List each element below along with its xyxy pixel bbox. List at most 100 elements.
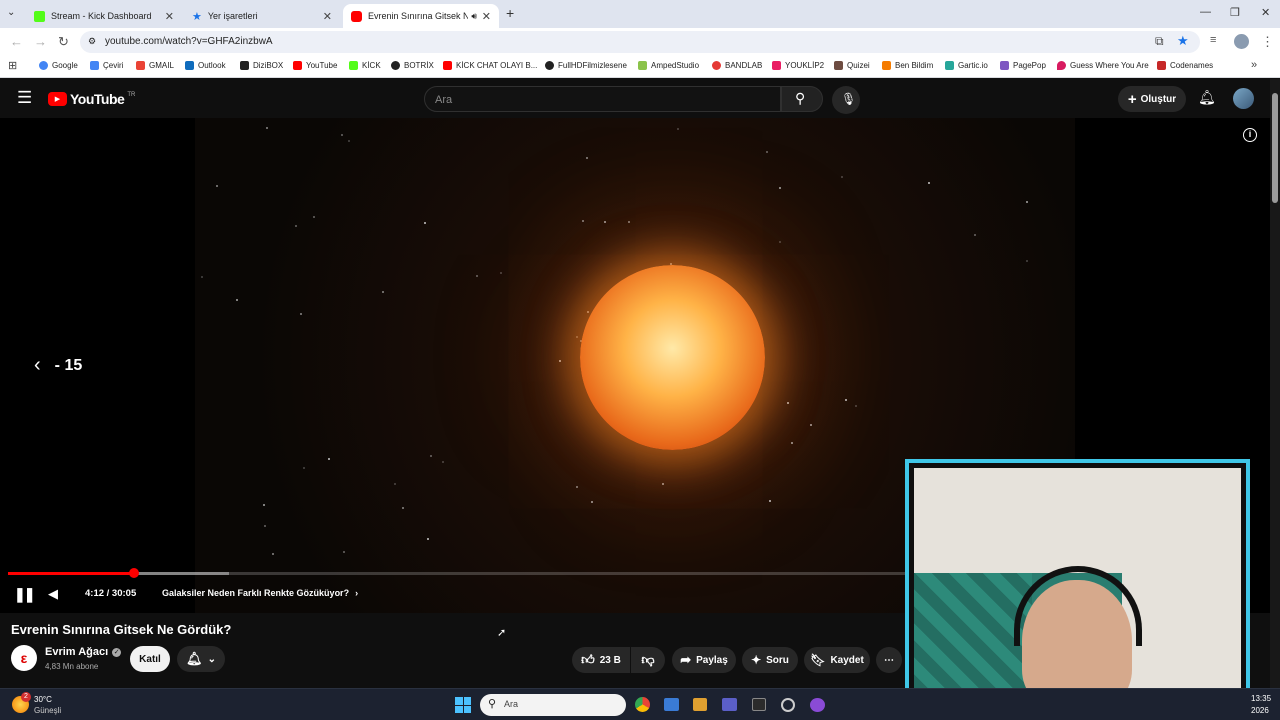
subscribed-bell-button[interactable]: 🔔︎ ⌄ bbox=[177, 646, 225, 672]
translate-icon bbox=[90, 61, 99, 70]
more-actions-button[interactable]: ⋯ bbox=[876, 647, 902, 673]
star bbox=[263, 504, 265, 506]
dislike-button[interactable]: 👎︎ bbox=[631, 647, 665, 673]
star bbox=[341, 134, 343, 136]
address-bar[interactable]: ⚙ youtube.com/watch?v=GHFA2inzbwA ⧉ ★ bbox=[80, 31, 1200, 53]
info-icon[interactable]: i bbox=[1243, 128, 1257, 142]
thumbs-up-icon: 👍︎ bbox=[581, 652, 595, 667]
taskbar-search[interactable]: ⚲ Ara bbox=[480, 694, 626, 716]
star bbox=[586, 157, 588, 159]
windows-start-icon[interactable] bbox=[455, 697, 471, 713]
hamburger-menu-icon[interactable]: ☰ bbox=[17, 88, 32, 108]
volume-icon[interactable]: ◀︎ bbox=[48, 586, 58, 602]
bookmark-ampedstudio[interactable]: AmpedStudio bbox=[638, 61, 699, 70]
teams-icon[interactable] bbox=[722, 698, 737, 711]
search-button[interactable]: ⚲ bbox=[781, 86, 823, 112]
photos-icon[interactable] bbox=[664, 698, 679, 711]
star bbox=[1026, 260, 1028, 262]
reload-icon[interactable]: ↻ bbox=[58, 34, 69, 50]
page-scrollbar[interactable] bbox=[1270, 79, 1280, 688]
bookmark-dizibox[interactable]: DiziBOX bbox=[240, 61, 283, 70]
star bbox=[295, 225, 297, 227]
ask-button[interactable]: ✦ Soru bbox=[742, 647, 798, 673]
chevron-right-icon: › bbox=[355, 588, 359, 598]
channel-avatar[interactable]: ε bbox=[11, 645, 37, 671]
close-tab-icon[interactable]: ✕ bbox=[165, 10, 174, 23]
close-tab-icon[interactable]: ✕ bbox=[323, 10, 332, 23]
star bbox=[841, 176, 843, 178]
bookmark-botrix[interactable]: BOTRİX bbox=[391, 61, 434, 70]
user-avatar[interactable] bbox=[1233, 88, 1254, 109]
bookmark-ceviri[interactable]: Çeviri bbox=[90, 61, 123, 70]
star bbox=[787, 402, 789, 404]
chapter-button[interactable]: Galaksiler Neden Farklı Renkte Gözüküyor… bbox=[162, 588, 358, 598]
create-label: Oluştur bbox=[1140, 93, 1177, 105]
tab-search-icon[interactable]: ⌄ bbox=[7, 7, 15, 18]
tab-bookmarks[interactable]: ★ Yer işaretleri ✕ bbox=[184, 4, 340, 28]
apps-grid-icon[interactable]: ⊞ bbox=[8, 59, 17, 72]
browser-menu-icon[interactable]: ⋮ bbox=[1261, 34, 1274, 50]
close-tab-icon[interactable]: ✕ bbox=[482, 10, 491, 23]
webcam-feed bbox=[914, 468, 1241, 708]
steam-icon[interactable] bbox=[781, 698, 795, 712]
save-button[interactable]: 🔖︎ Kaydet bbox=[804, 647, 870, 673]
share-button[interactable]: ➦ Paylaş bbox=[672, 647, 736, 673]
restore-icon[interactable]: ❐ bbox=[1230, 6, 1240, 19]
star bbox=[424, 222, 426, 224]
scrubber-handle[interactable] bbox=[129, 568, 139, 578]
chrome-icon[interactable] bbox=[635, 697, 650, 712]
channel-name-link[interactable]: Evrim Ağacı ✓ bbox=[45, 646, 122, 658]
chevron-left-icon: ‹ bbox=[34, 354, 41, 376]
progress-bar[interactable] bbox=[8, 568, 908, 578]
media-control-icon[interactable]: ≡ bbox=[1210, 34, 1216, 46]
bookmark-bandlab[interactable]: BANDLAB bbox=[712, 61, 762, 70]
bookmark-youtube[interactable]: YouTube bbox=[293, 61, 337, 70]
video-title: Evrenin Sınırına Gitsek Ne Gördük? bbox=[11, 622, 232, 637]
bookmark-gartic[interactable]: Gartic.io bbox=[945, 61, 988, 70]
back-arrow-icon[interactable]: ← bbox=[10, 34, 23, 49]
notifications-bell-icon[interactable]: 🔔︎ bbox=[1198, 89, 1216, 106]
like-button[interactable]: 👍︎ 23 B bbox=[572, 647, 630, 673]
more-bookmarks-icon[interactable]: » bbox=[1251, 59, 1257, 71]
clock-time: 13:35 bbox=[1251, 694, 1272, 703]
site-info-icon[interactable]: ⚙ bbox=[88, 36, 96, 47]
bookmark-kick-chat[interactable]: KİCK CHAT OLAYI B... bbox=[443, 61, 537, 70]
tab-youtube-video[interactable]: Evrenin Sınırına Gitsek Ne Gö 🔊︎ ✕ bbox=[343, 4, 499, 28]
tab-label: Stream - Kick Dashboard bbox=[51, 11, 152, 21]
bookmark-guess-where[interactable]: Guess Where You Are bbox=[1057, 61, 1149, 70]
forward-arrow-icon[interactable]: → bbox=[34, 34, 47, 49]
new-tab-button[interactable]: + bbox=[506, 5, 514, 21]
speaker-icon[interactable]: 🔊︎ bbox=[471, 11, 477, 22]
install-app-icon[interactable]: ⧉ bbox=[1155, 34, 1164, 49]
create-button[interactable]: + Oluştur bbox=[1118, 86, 1186, 112]
star bbox=[769, 500, 771, 502]
bookmark-ben-bildim[interactable]: Ben Bildim bbox=[882, 61, 933, 70]
tab-kick-dashboard[interactable]: Stream - Kick Dashboard ✕ bbox=[26, 4, 182, 28]
bookmark-quizei[interactable]: Quizei bbox=[834, 61, 870, 70]
join-button[interactable]: Katıl bbox=[130, 646, 170, 672]
bookmark-codenames[interactable]: Codenames bbox=[1157, 61, 1213, 70]
profile-avatar[interactable] bbox=[1234, 34, 1249, 49]
files-icon[interactable] bbox=[693, 698, 707, 711]
close-window-icon[interactable]: ✕ bbox=[1261, 6, 1270, 19]
bookmark-pagepop[interactable]: PagePop bbox=[1000, 61, 1046, 70]
bookmark-gmail[interactable]: GMAIL bbox=[136, 61, 174, 70]
play-logo-icon: ▶ bbox=[48, 92, 67, 106]
bookmark-google[interactable]: Google bbox=[39, 61, 78, 70]
youtube-logo[interactable]: ▶ YouTube TR bbox=[48, 91, 135, 107]
star bbox=[500, 272, 502, 274]
minimize-icon[interactable]: — bbox=[1200, 6, 1211, 18]
bookmark-star-icon[interactable]: ★ bbox=[1177, 33, 1189, 49]
epic-games-icon[interactable] bbox=[752, 698, 766, 711]
bookmark-fullhdfilm[interactable]: FullHDFilmizlesene bbox=[545, 61, 627, 70]
bookmark-kick[interactable]: KİCK bbox=[349, 61, 381, 70]
scrollbar-thumb[interactable] bbox=[1272, 93, 1278, 203]
bookmark-outlook[interactable]: Outlook bbox=[185, 61, 226, 70]
pause-icon[interactable]: ❚❚ bbox=[14, 586, 36, 603]
voice-search-button[interactable]: 🎙︎ bbox=[832, 86, 860, 114]
bookmark-label: YOUKLİP2 bbox=[785, 61, 825, 70]
search-input[interactable]: Ara bbox=[424, 86, 781, 112]
star bbox=[582, 220, 584, 222]
bookmark-youklip[interactable]: YOUKLİP2 bbox=[772, 61, 824, 70]
app-icon[interactable] bbox=[810, 698, 825, 712]
